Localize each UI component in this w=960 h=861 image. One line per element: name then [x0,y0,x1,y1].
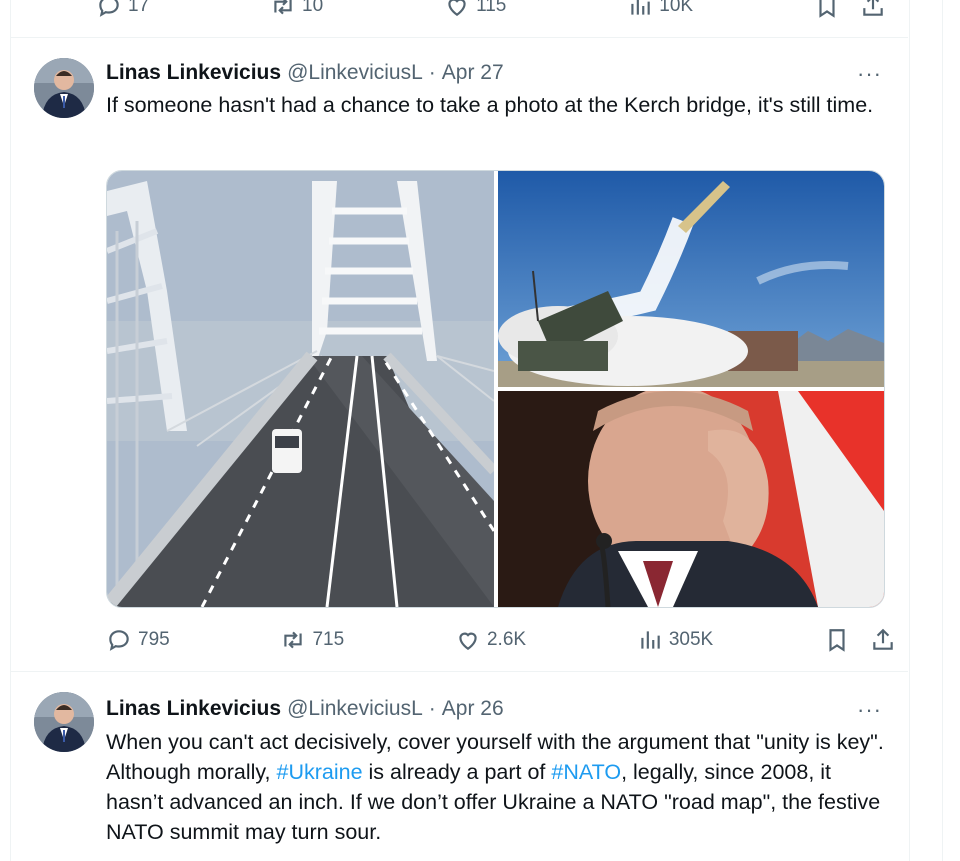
views-count: 10K [659,0,694,16]
author-name[interactable]: Linas Linkevicius [106,697,281,721]
share-icon [873,628,893,650]
like-count: 2.6K [486,629,527,650]
views-button[interactable]: 10K [627,0,693,19]
tweet[interactable]: Linas Linkevicius @LinkeviciusL · Apr 26… [10,671,908,861]
tweet-timestamp[interactable]: Apr 27 [442,61,504,85]
bookmark-icon [829,629,845,652]
like-icon [459,632,477,650]
tweet-media-grid[interactable] [106,170,885,608]
views-count: 305K [668,629,714,650]
tweet-header: Linas Linkevicius @LinkeviciusL · Apr 26 [106,697,504,721]
share-icon [863,0,883,16]
share-button[interactable] [870,627,896,653]
hashtag-nato[interactable]: #NATO [551,760,621,784]
right-column-border [942,0,943,861]
reply-button[interactable]: 17 [96,0,149,19]
separator-dot: · [428,61,436,84]
tweet[interactable]: Linas Linkevicius @LinkeviciusL · Apr 27… [10,37,908,671]
author-handle[interactable]: @LinkeviciusL [287,697,423,721]
tweet-text-part: is already a part of [362,760,552,784]
author-name[interactable]: Linas Linkevicius [106,61,281,85]
bookmark-icon [819,0,835,18]
reply-count: 17 [128,0,150,16]
reply-icon [99,0,119,17]
reply-icon [109,630,129,651]
views-button[interactable]: 305K [637,627,713,653]
retweet-count: 10 [302,0,324,16]
share-button[interactable] [860,0,886,19]
previous-tweet-actions: 17 10 115 10K [96,0,886,26]
bridge-photo[interactable] [107,171,494,607]
author-handle[interactable]: @LinkeviciusL [287,61,423,85]
bookmark-button[interactable] [814,0,840,19]
avatar[interactable] [34,692,94,752]
retweet-button[interactable]: 715 [280,627,344,653]
more-icon[interactable]: ··· [857,61,882,87]
reply-button[interactable]: 795 [106,627,170,653]
tweet-timestamp[interactable]: Apr 26 [442,697,504,721]
views-icon [631,0,650,15]
bookmark-button[interactable] [824,627,850,653]
tweet-text: When you can't act decisively, cover you… [106,727,891,847]
separator-dot: · [428,697,436,720]
retweet-button[interactable]: 10 [270,0,323,19]
putin-photo[interactable] [498,391,884,607]
retweet-count: 715 [312,629,345,650]
reply-count: 795 [138,629,170,650]
retweet-icon [284,631,303,649]
like-button[interactable]: 115 [444,0,506,19]
views-icon [641,631,660,649]
like-icon [448,0,466,16]
hashtag-ukraine[interactable]: #Ukraine [277,760,363,784]
tweet-text: If someone hasn't had a chance to take a… [106,93,874,117]
missile-launch-photo[interactable] [498,171,884,387]
like-count: 115 [476,0,507,16]
like-button[interactable]: 2.6K [455,627,526,653]
tweet-actions: 795 715 2.6K 305K [106,620,896,660]
retweet-icon [274,0,292,15]
more-icon[interactable]: ··· [857,697,882,723]
tweet-header: Linas Linkevicius @LinkeviciusL · Apr 27 [106,61,504,85]
avatar[interactable] [34,58,94,118]
